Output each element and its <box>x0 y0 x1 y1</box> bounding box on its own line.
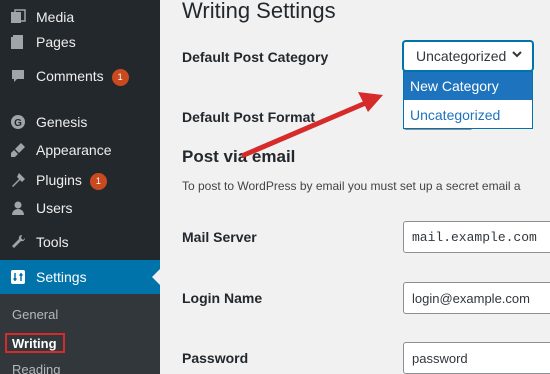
sidebar-item-label: Media <box>36 9 75 25</box>
login-name-input[interactable]: login@example.com <box>403 282 550 314</box>
genesis-icon: G <box>9 113 27 131</box>
dropdown-option-new-category[interactable]: New Category <box>404 72 532 100</box>
submenu-item-reading[interactable]: Reading <box>12 362 60 374</box>
admin-sidebar: Media Pages Comments 1 G Genesis Appearan… <box>0 0 160 374</box>
svg-text:G: G <box>14 118 22 129</box>
sidebar-item-label: Pages <box>36 34 76 50</box>
sidebar-item-pages[interactable]: Pages <box>0 25 160 59</box>
post-via-email-description: To post to WordPress by email you must s… <box>182 179 521 193</box>
sidebar-item-comments[interactable]: Comments 1 <box>0 59 160 93</box>
login-name-value: login@example.com <box>412 291 530 306</box>
comments-count-badge: 1 <box>111 69 129 86</box>
appearance-icon <box>9 141 27 159</box>
main-content: Writing Settings Default Post Category D… <box>160 0 550 374</box>
sidebar-item-label: Users <box>36 200 73 216</box>
users-icon <box>9 199 27 217</box>
tools-icon <box>9 233 27 251</box>
password-input[interactable]: password <box>403 342 550 374</box>
default-post-category-select[interactable]: Uncategorized <box>403 41 533 71</box>
sidebar-item-label: Tools <box>36 234 69 250</box>
sidebar-item-label: Settings <box>36 269 87 285</box>
plugins-icon <box>9 171 27 189</box>
login-name-label: Login Name <box>182 290 263 306</box>
dropdown-option-uncategorized[interactable]: Uncategorized <box>404 101 532 129</box>
comments-icon <box>9 67 27 85</box>
sidebar-item-label: Comments <box>36 68 104 84</box>
sidebar-item-tools[interactable]: Tools <box>0 225 160 259</box>
default-post-category-label: Default Post Category <box>182 49 329 65</box>
chevron-down-icon <box>512 51 522 58</box>
post-via-email-heading: Post via email <box>182 147 296 166</box>
sidebar-item-label: Appearance <box>36 142 112 158</box>
category-dropdown-list: New Category Uncategorized <box>403 71 533 129</box>
mail-server-value: mail.example.com <box>412 230 537 245</box>
sidebar-item-users[interactable]: Users <box>0 191 160 225</box>
sidebar-item-appearance[interactable]: Appearance <box>0 133 160 167</box>
writing-highlight-box <box>5 333 65 353</box>
mail-server-input[interactable]: mail.example.com <box>403 221 550 253</box>
pages-icon <box>9 33 27 51</box>
password-value: password <box>412 351 468 366</box>
submenu-item-general[interactable]: General <box>12 307 58 322</box>
media-icon <box>9 8 27 26</box>
selected-category-value: Uncategorized <box>416 48 507 64</box>
plugins-count-badge: 1 <box>89 173 107 190</box>
default-post-format-label: Default Post Format <box>182 109 316 125</box>
password-label: Password <box>182 350 249 366</box>
sidebar-item-label: Plugins <box>36 172 82 188</box>
sidebar-item-label: Genesis <box>36 114 88 130</box>
mail-server-label: Mail Server <box>182 229 257 245</box>
page-title: Writing Settings <box>182 0 336 23</box>
sidebar-item-settings[interactable]: Settings <box>0 260 160 294</box>
settings-icon <box>9 268 27 286</box>
